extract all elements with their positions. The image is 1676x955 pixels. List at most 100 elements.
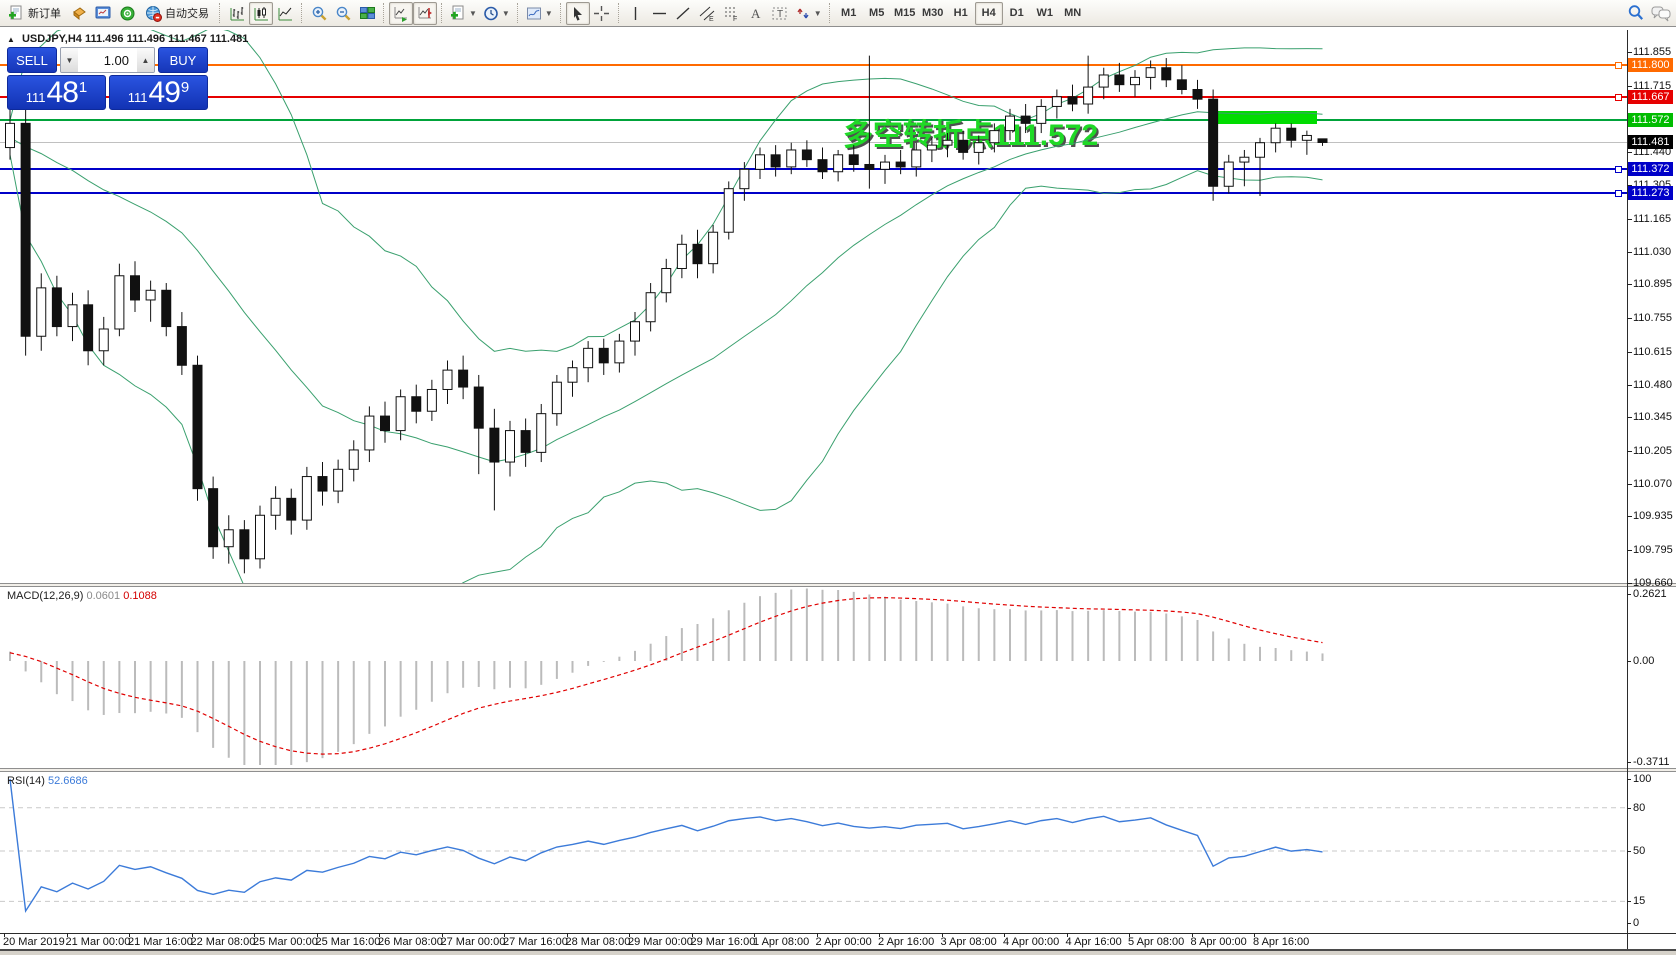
bar-chart-button[interactable] bbox=[225, 2, 249, 25]
auto-trading-button[interactable]: 自动交易 bbox=[139, 2, 215, 25]
add-indicator-button[interactable]: ▼ bbox=[447, 2, 480, 25]
toolbar-separator bbox=[618, 3, 620, 23]
volume-increase-button[interactable]: ▲ bbox=[137, 48, 154, 72]
volume-value[interactable]: 1.00 bbox=[78, 48, 137, 72]
price-tick bbox=[1627, 86, 1632, 87]
rsi-value: 52.6686 bbox=[48, 775, 88, 787]
level-line-111.800[interactable] bbox=[0, 64, 1627, 66]
text-button[interactable]: A bbox=[744, 2, 768, 25]
time-label: 29 Mar 00:00 bbox=[628, 936, 693, 948]
auto-scroll-button[interactable] bbox=[389, 2, 413, 25]
bid-price-label[interactable]: 111.481 bbox=[1628, 135, 1673, 149]
window-bottom-edge bbox=[0, 951, 1676, 955]
timeframe-button-m30[interactable]: M30 bbox=[919, 2, 947, 25]
horizontal-line-button[interactable] bbox=[648, 2, 672, 25]
price-tick bbox=[1627, 284, 1632, 285]
new-chart-button[interactable] bbox=[91, 2, 115, 25]
candlestick-chart-button[interactable] bbox=[249, 2, 273, 25]
timeframe-button-h4[interactable]: H4 bbox=[975, 2, 1003, 25]
chart-shift-icon bbox=[417, 5, 434, 22]
buy-price-button[interactable]: 111 49 9 bbox=[109, 75, 208, 110]
level-price-label-111.273[interactable]: 111.273 bbox=[1628, 186, 1673, 200]
level-line-111.572[interactable] bbox=[0, 119, 1627, 121]
timeframe-button-m5[interactable]: M5 bbox=[863, 2, 891, 25]
chart-annotation-text[interactable]: 多空转折点111.572 bbox=[843, 110, 1098, 154]
zoom-out-button[interactable] bbox=[331, 2, 355, 25]
svg-text:T: T bbox=[777, 9, 783, 20]
tile-windows-button[interactable] bbox=[355, 2, 379, 25]
level-anchor[interactable] bbox=[1615, 190, 1622, 197]
level-price-label-111.372[interactable]: 111.372 bbox=[1628, 162, 1673, 176]
fibonacci-button[interactable]: F bbox=[720, 2, 744, 25]
sell-price-button[interactable]: 111 48 1 bbox=[7, 75, 106, 110]
cursor-button[interactable] bbox=[566, 2, 590, 25]
arrows-button[interactable]: ▼ bbox=[792, 2, 825, 25]
vertical-line-button[interactable] bbox=[624, 2, 648, 25]
rsi-panel-header: RSI(14) 52.6686 bbox=[7, 775, 88, 787]
timeframe-button-mn[interactable]: MN bbox=[1059, 2, 1087, 25]
timeframe-button-w1[interactable]: W1 bbox=[1031, 2, 1059, 25]
timeframe-button-h1[interactable]: H1 bbox=[947, 2, 975, 25]
time-axis-border bbox=[0, 933, 1676, 934]
dropdown-caret-icon: ▼ bbox=[814, 9, 822, 18]
search-button[interactable] bbox=[1624, 2, 1648, 25]
signals-button[interactable] bbox=[115, 2, 139, 25]
price-tick bbox=[1627, 52, 1632, 53]
volume-decrease-button[interactable]: ▼ bbox=[61, 48, 78, 72]
highlight-rectangle[interactable] bbox=[1216, 111, 1317, 124]
fibonacci-icon: F bbox=[723, 5, 740, 22]
toolbar-separator bbox=[301, 3, 303, 23]
level-anchor[interactable] bbox=[1615, 94, 1622, 101]
price-tick bbox=[1627, 152, 1632, 153]
chart-shift-button[interactable] bbox=[413, 2, 437, 25]
time-label: 26 Mar 08:00 bbox=[378, 936, 443, 948]
templates-button[interactable]: ▼ bbox=[523, 2, 556, 25]
price-tick bbox=[1627, 484, 1632, 485]
level-anchor[interactable] bbox=[1615, 62, 1622, 69]
zoom-in-button[interactable] bbox=[307, 2, 331, 25]
time-label: 1 Apr 08:00 bbox=[753, 936, 809, 948]
time-label: 3 Apr 08:00 bbox=[941, 936, 997, 948]
level-price-label-111.667[interactable]: 111.667 bbox=[1628, 90, 1673, 104]
buy-button[interactable]: BUY bbox=[158, 47, 208, 73]
new-order-button[interactable]: 新订单 bbox=[2, 2, 67, 25]
dropdown-caret-icon: ▼ bbox=[469, 9, 477, 18]
styler-button[interactable] bbox=[67, 2, 91, 25]
price-tick-label: 110.480 bbox=[1633, 379, 1672, 391]
equidistant-channel-button[interactable]: E bbox=[696, 2, 720, 25]
timeframe-button-m15[interactable]: M15 bbox=[891, 2, 919, 25]
sell-button[interactable]: SELL bbox=[7, 47, 57, 73]
time-label: 20 Mar 2019 bbox=[3, 936, 65, 948]
zoom-out-icon bbox=[335, 5, 352, 22]
panel-separator[interactable] bbox=[0, 583, 1676, 587]
level-line-111.273[interactable] bbox=[0, 192, 1627, 194]
crosshair-button[interactable] bbox=[590, 2, 614, 25]
ask-price-sup: 9 bbox=[181, 79, 189, 96]
chat-button[interactable] bbox=[1648, 2, 1674, 25]
price-tick-label: 109.935 bbox=[1633, 510, 1673, 522]
time-label: 4 Apr 16:00 bbox=[1066, 936, 1122, 948]
time-label: 4 Apr 00:00 bbox=[1003, 936, 1059, 948]
trendline-button[interactable] bbox=[672, 2, 696, 25]
level-price-label-111.800[interactable]: 111.800 bbox=[1628, 58, 1673, 72]
ohlc-values: 111.496 111.496 111.467 111.481 bbox=[85, 33, 248, 45]
chart-area[interactable]: 多空转折点111.572 ▲ USDJPY,H4 111.496 111.496… bbox=[0, 28, 1676, 955]
mt4-window: 新订单 自动交易 ▼ ▼ ▼ E F A T ▼ bbox=[0, 0, 1676, 955]
panel-separator[interactable] bbox=[0, 768, 1676, 772]
timeframe-button-m1[interactable]: M1 bbox=[835, 2, 863, 25]
price-tick-label: 110.755 bbox=[1633, 312, 1672, 324]
periods-button[interactable]: ▼ bbox=[480, 2, 513, 25]
level-anchor[interactable] bbox=[1615, 166, 1622, 173]
level-line-111.667[interactable] bbox=[0, 96, 1627, 98]
new-order-label: 新订单 bbox=[28, 5, 61, 21]
timeframe-button-d1[interactable]: D1 bbox=[1003, 2, 1031, 25]
level-line-111.372[interactable] bbox=[0, 168, 1627, 170]
time-label: 25 Mar 16:00 bbox=[316, 936, 381, 948]
text-label-button[interactable]: T bbox=[768, 2, 792, 25]
line-chart-button[interactable] bbox=[273, 2, 297, 25]
price-tick-label: 110.615 bbox=[1633, 346, 1672, 358]
level-price-label-111.572[interactable]: 111.572 bbox=[1628, 113, 1673, 127]
svg-text:A: A bbox=[751, 6, 761, 21]
time-label: 8 Apr 00:00 bbox=[1191, 936, 1247, 948]
rsi-title: RSI(14) bbox=[7, 775, 45, 787]
